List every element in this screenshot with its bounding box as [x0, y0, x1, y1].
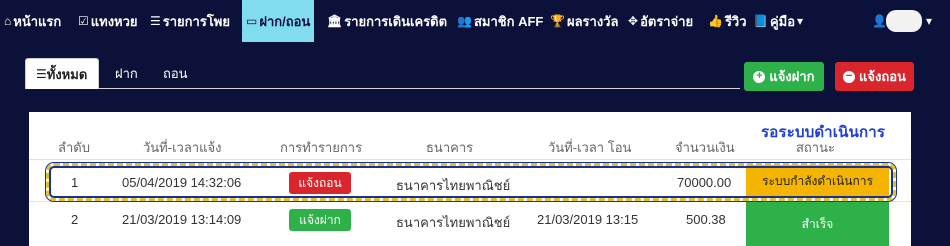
- nav-item-label: หน้าแรก: [13, 13, 62, 29]
- row2-transfer-time: 21/03/2019 13:15: [537, 212, 639, 227]
- nav-item-affiliate[interactable]: 👥 สมาชิก AFF: [457, 0, 543, 42]
- plus-circle-icon: +: [753, 70, 766, 83]
- chevron-down-icon: ▾: [797, 14, 804, 28]
- tab-all[interactable]: ☰ ทั้งหมด: [25, 58, 99, 89]
- tab-deposit[interactable]: ฝาก: [105, 58, 148, 89]
- nav-item-payout-rate[interactable]: ✥ อัตราจ่าย: [628, 0, 693, 42]
- check-square-icon: ☑: [78, 14, 89, 28]
- row2-no: 2: [71, 212, 79, 227]
- nav-item-label: รีวิว: [724, 13, 747, 29]
- row2-bank: ธนาคารไทยพาณิชย์: [396, 215, 511, 230]
- trophy-icon: 🏆: [550, 14, 565, 28]
- nav-item-label: ฝาก/ถอน: [259, 13, 311, 29]
- username-redacted: [886, 10, 922, 32]
- filter-tabs: ☰ ทั้งหมด ฝาก ถอน: [25, 58, 740, 89]
- user-menu[interactable]: 👤: [872, 0, 887, 42]
- tab-label: ทั้งหมด: [46, 66, 88, 82]
- tab-withdraw[interactable]: ถอน: [153, 58, 198, 89]
- tab-label: ฝาก: [115, 66, 138, 81]
- row-divider: [29, 159, 911, 160]
- column-header-no: ลำดับ: [58, 140, 90, 155]
- row2-status-badge: สำเร็จ: [746, 202, 889, 246]
- row2-amount: 500.38: [686, 212, 726, 227]
- nav-item-credit-history[interactable]: 🏛 รายการเดินเครดิต: [327, 0, 447, 42]
- nav-item-label: คู่มือ: [769, 13, 796, 29]
- nav-item-home[interactable]: ⌂ หน้าแรก: [4, 0, 61, 42]
- thumbs-up-icon: 👍: [708, 14, 723, 28]
- nav-item-results[interactable]: 🏆 ผลรางวัล: [550, 0, 618, 42]
- rate-icon: ✥: [628, 14, 639, 28]
- nav-item-manual[interactable]: 📘 คู่มือ ▾: [753, 0, 803, 42]
- users-icon: 👥: [457, 14, 472, 28]
- user-icon: 👤: [872, 14, 887, 28]
- nav-item-label: รายการเดินเครดิต: [344, 13, 448, 29]
- chevron-down-icon: ▾: [926, 14, 933, 28]
- nav-item-bet-list[interactable]: ☰ รายการโพย: [150, 0, 230, 42]
- nav-item-deposit-withdraw[interactable]: ▭ ฝาก/ถอน: [242, 0, 315, 42]
- row2-request-time: 21/03/2019 13:14:09: [122, 212, 242, 227]
- nav-item-label: อัตราจ่าย: [640, 13, 694, 29]
- pending-callout-label: รอระบบดำเนินการ: [761, 124, 886, 141]
- column-header-request-time: วันที่-เวลาแจ้ง: [143, 140, 222, 155]
- top-navbar: ⌂ หน้าแรก ☑ แทงหวย ☰ รายการโพย ▭ ฝาก/ถอน…: [0, 0, 950, 42]
- column-header-transfer-time: วันที่-เวลา โอน: [548, 140, 632, 155]
- deposit-request-button[interactable]: + แจ้งฝาก: [744, 62, 824, 91]
- book-icon: 📘: [753, 14, 768, 28]
- minus-circle-icon: −: [843, 70, 856, 83]
- row2-type-badge: แจ้งฝาก: [289, 209, 351, 231]
- button-label: แจ้งถอน: [859, 69, 906, 84]
- list-icon: ☰: [150, 14, 161, 28]
- nav-item-bet[interactable]: ☑ แทงหวย: [78, 0, 138, 42]
- nav-item-label: รายการโพย: [162, 13, 230, 29]
- user-menu-chevron[interactable]: ▾: [926, 0, 932, 42]
- withdraw-request-button[interactable]: − แจ้งถอน: [835, 62, 914, 91]
- nav-item-label: สมาชิก AFF: [473, 13, 544, 29]
- nav-item-label: แทงหวย: [90, 13, 138, 29]
- column-header-amount: จำนวนเงิน: [675, 140, 735, 155]
- pending-row-highlight: [46, 163, 896, 201]
- button-label: แจ้งฝาก: [769, 69, 815, 84]
- bank-icon: 🏛: [327, 14, 343, 28]
- tab-label: ถอน: [163, 66, 188, 81]
- home-icon: ⌂: [4, 14, 12, 28]
- column-header-type: การทำรายการ: [280, 140, 363, 155]
- column-header-bank: ธนาคาร: [426, 140, 474, 155]
- list-icon: ☰: [36, 67, 47, 81]
- nav-item-label: ผลรางวัล: [566, 13, 619, 29]
- money-icon: ▭: [246, 14, 258, 28]
- nav-item-review[interactable]: 👍 รีวิว: [708, 0, 747, 42]
